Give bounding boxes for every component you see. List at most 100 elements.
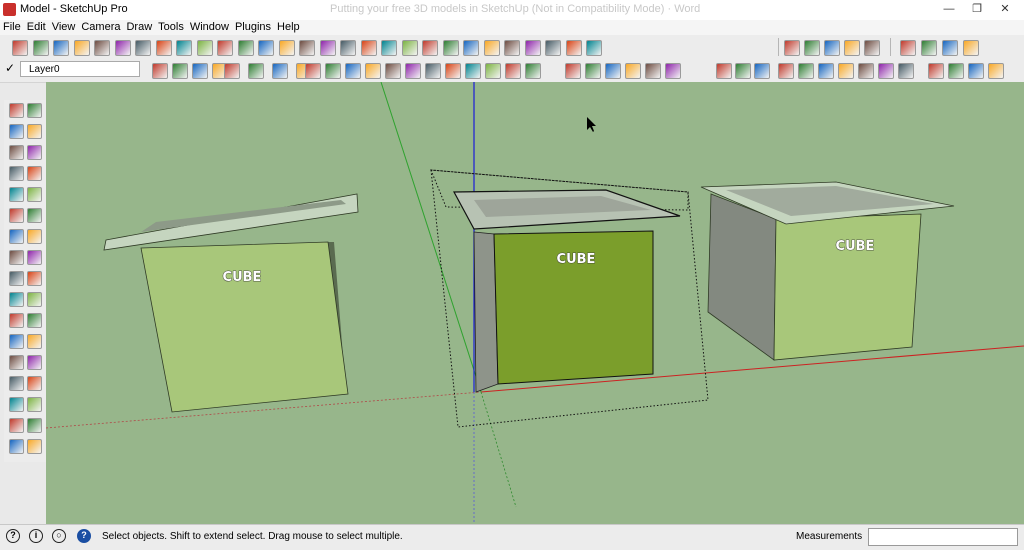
palette-tool-icon-23[interactable] bbox=[9, 334, 24, 349]
palette-tool-icon-32[interactable] bbox=[27, 418, 42, 433]
section-tool-icon-1[interactable] bbox=[565, 63, 581, 79]
view-tool-icon-8[interactable] bbox=[445, 63, 461, 79]
main-tool-icon-17[interactable] bbox=[340, 40, 356, 56]
components-tool-icon-2[interactable] bbox=[948, 63, 964, 79]
section-tool-icon-5[interactable] bbox=[645, 63, 661, 79]
palette-tool-icon-5[interactable] bbox=[9, 145, 24, 160]
geolocation-icon[interactable]: ? bbox=[6, 529, 20, 543]
palette-tool-icon-17[interactable] bbox=[9, 271, 24, 286]
main-tool-icon-2[interactable] bbox=[32, 40, 49, 56]
palette-tool-icon-29[interactable] bbox=[9, 397, 24, 412]
main-tool-icon-21[interactable] bbox=[422, 40, 438, 56]
view-tool-icon-5[interactable] bbox=[385, 63, 401, 79]
main-tool-icon-12[interactable] bbox=[237, 40, 254, 56]
palette-tool-icon-9[interactable] bbox=[9, 187, 24, 202]
main-tool-icon-8[interactable] bbox=[155, 40, 172, 56]
palette-tool-icon-30[interactable] bbox=[27, 397, 42, 412]
view-tool-icon-7[interactable] bbox=[425, 63, 441, 79]
menu-help[interactable]: Help bbox=[274, 20, 303, 35]
palette-tool-icon-2[interactable] bbox=[27, 103, 42, 118]
palette-tool-icon-11[interactable] bbox=[9, 208, 24, 223]
cube-model-left[interactable]: CUBE bbox=[103, 193, 359, 413]
layer-tools-tool-icon-2[interactable] bbox=[172, 63, 188, 79]
close-button[interactable]: ✕ bbox=[994, 2, 1016, 16]
palette-tool-icon-10[interactable] bbox=[27, 187, 42, 202]
main-tool-icon-1[interactable] bbox=[12, 40, 28, 56]
menu-plugins[interactable]: Plugins bbox=[232, 20, 274, 35]
palette-tool-icon-7[interactable] bbox=[9, 166, 24, 181]
menu-file[interactable]: File bbox=[0, 20, 24, 35]
view-tool-icon-11[interactable] bbox=[505, 63, 521, 79]
ruby-tool-icon-2[interactable] bbox=[804, 40, 820, 56]
main-tool-icon-26[interactable] bbox=[524, 40, 541, 56]
palette-tool-icon-6[interactable] bbox=[27, 145, 42, 160]
palette-tool-icon-22[interactable] bbox=[27, 313, 42, 328]
cube-model-selected[interactable]: CUBE bbox=[430, 169, 709, 428]
view-tool-icon-12[interactable] bbox=[525, 63, 541, 79]
palette-tool-icon-26[interactable] bbox=[27, 355, 42, 370]
main-tool-icon-22[interactable] bbox=[442, 40, 459, 56]
sandbox-tool-icon-3[interactable] bbox=[942, 40, 958, 56]
credits-info-icon[interactable]: i bbox=[29, 529, 43, 543]
palette-tool-icon-21[interactable] bbox=[9, 313, 24, 328]
user-icon[interactable]: ○ bbox=[52, 529, 66, 543]
measurements-input[interactable] bbox=[868, 528, 1018, 546]
sandbox-tool-icon-2[interactable] bbox=[921, 40, 937, 56]
minimize-button[interactable]: — bbox=[938, 2, 960, 16]
palette-tool-icon-16[interactable] bbox=[27, 250, 42, 265]
components-tool-icon-1[interactable] bbox=[928, 63, 944, 79]
layer-visible-checkmark-icon[interactable]: ✓ bbox=[5, 61, 15, 75]
main-tool-icon-7[interactable] bbox=[135, 40, 151, 56]
palette-tool-icon-15[interactable] bbox=[9, 250, 24, 265]
ruby-tool-icon-5[interactable] bbox=[864, 40, 880, 56]
section-tool-icon-3[interactable] bbox=[605, 63, 621, 79]
main-tool-icon-19[interactable] bbox=[381, 40, 397, 56]
view-tool-icon-9[interactable] bbox=[465, 63, 481, 79]
shadow-tool-icon-3[interactable] bbox=[272, 63, 288, 79]
menu-tools[interactable]: Tools bbox=[155, 20, 187, 35]
view-tool-icon-6[interactable] bbox=[405, 63, 421, 79]
palette-tool-icon-4[interactable] bbox=[27, 124, 42, 139]
style-tool-icon-1[interactable] bbox=[778, 63, 794, 79]
main-tool-icon-3[interactable] bbox=[53, 40, 69, 56]
palette-tool-icon-18[interactable] bbox=[27, 271, 42, 286]
palette-tool-icon-19[interactable] bbox=[9, 292, 24, 307]
palette-tool-icon-25[interactable] bbox=[9, 355, 24, 370]
palette-tool-icon-14[interactable] bbox=[27, 229, 42, 244]
3d-viewport[interactable]: CUBE CUBE CUBE bbox=[46, 82, 1024, 524]
palette-tool-icon-27[interactable] bbox=[9, 376, 24, 391]
menu-view[interactable]: View bbox=[49, 20, 79, 35]
view-tool-icon-10[interactable] bbox=[485, 63, 501, 79]
palette-tool-icon-3[interactable] bbox=[9, 124, 24, 139]
section-tool-icon-2[interactable] bbox=[585, 63, 601, 79]
main-tool-icon-27[interactable] bbox=[545, 40, 561, 56]
main-tool-icon-15[interactable] bbox=[299, 40, 315, 56]
instructor-help-icon[interactable]: ? bbox=[77, 529, 91, 543]
palette-tool-icon-33[interactable] bbox=[9, 439, 24, 454]
main-tool-icon-28[interactable] bbox=[565, 40, 582, 56]
cube-model-right[interactable]: CUBE bbox=[700, 181, 955, 361]
main-tool-icon-29[interactable] bbox=[586, 40, 602, 56]
style-tool-icon-4[interactable] bbox=[838, 63, 854, 79]
view-tool-icon-1[interactable] bbox=[305, 63, 321, 79]
shadow-tool-icon-2[interactable] bbox=[248, 63, 264, 79]
palette-tool-icon-1[interactable] bbox=[9, 103, 24, 118]
main-tool-icon-11[interactable] bbox=[217, 40, 233, 56]
view-tool-icon-2[interactable] bbox=[325, 63, 341, 79]
section-tool-icon-4[interactable] bbox=[625, 63, 641, 79]
menu-edit[interactable]: Edit bbox=[24, 20, 49, 35]
palette-tool-icon-34[interactable] bbox=[27, 439, 42, 454]
layer-dropdown[interactable]: Layer0 bbox=[20, 61, 140, 77]
palette-tool-icon-13[interactable] bbox=[9, 229, 24, 244]
menu-window[interactable]: Window bbox=[187, 20, 232, 35]
view-tool-icon-4[interactable] bbox=[365, 63, 381, 79]
warehouse-tool-icon-1[interactable] bbox=[716, 63, 732, 79]
shadow-tool-icon-1[interactable] bbox=[224, 63, 240, 79]
ruby-tool-icon-4[interactable] bbox=[844, 40, 860, 56]
components-tool-icon-4[interactable] bbox=[988, 63, 1004, 79]
palette-tool-icon-31[interactable] bbox=[9, 418, 24, 433]
style-tool-icon-7[interactable] bbox=[898, 63, 914, 79]
layer-tools-tool-icon-1[interactable] bbox=[152, 63, 168, 79]
ruby-tool-icon-3[interactable] bbox=[824, 40, 840, 56]
style-tool-icon-3[interactable] bbox=[818, 63, 834, 79]
